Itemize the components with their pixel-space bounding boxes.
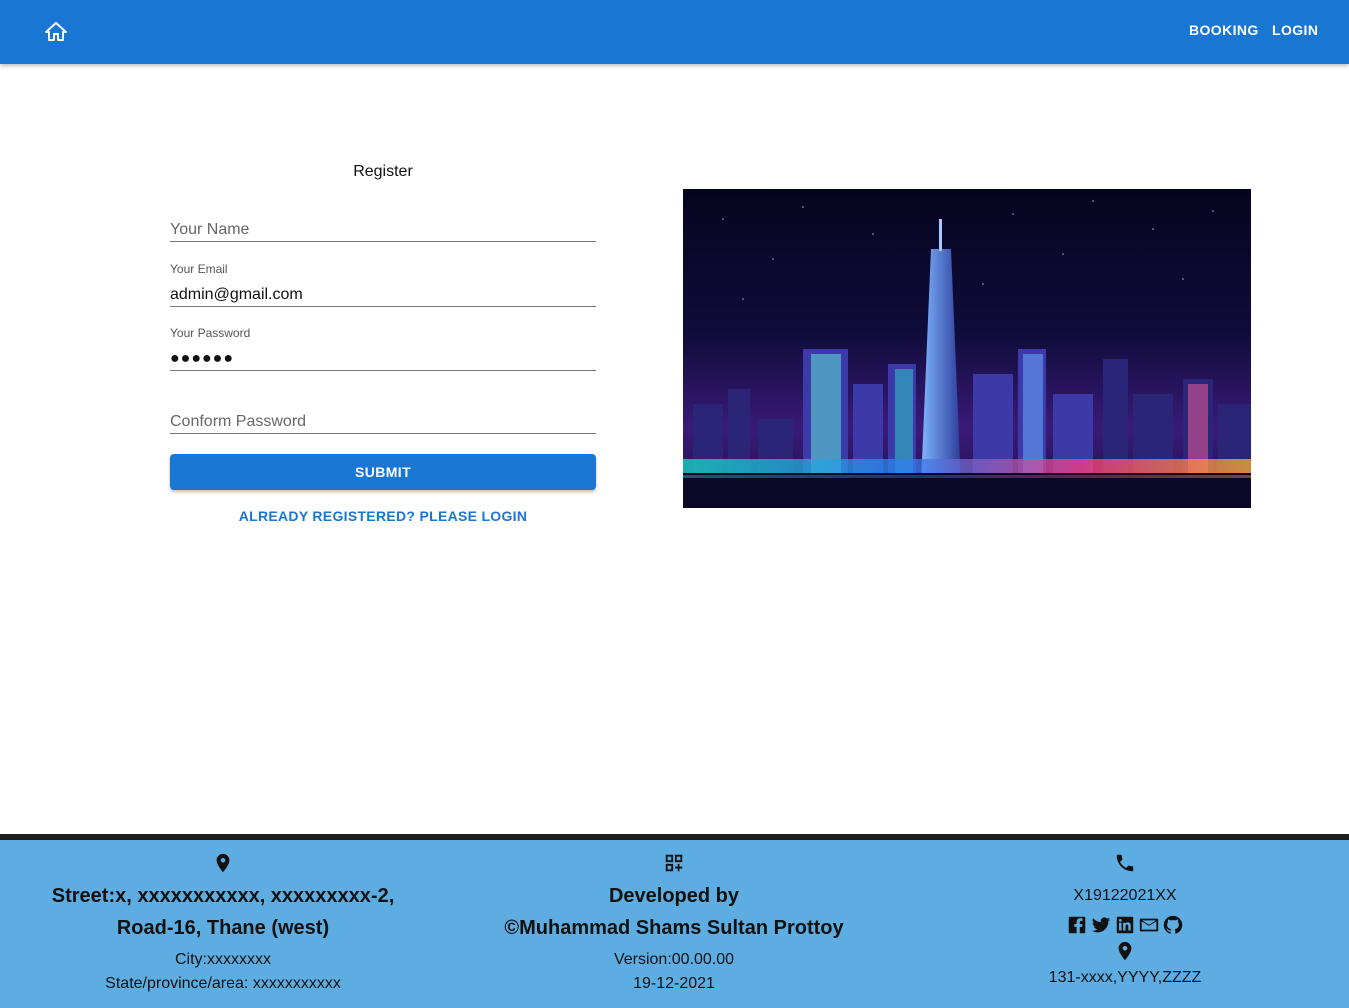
- register-title: Register: [353, 163, 413, 180]
- footer-contact: X19122021XX 131-xxxx,YYYY,ZZZZ: [926, 840, 1324, 990]
- facebook-icon[interactable]: [1066, 914, 1088, 936]
- password-field: Your Password: [170, 326, 596, 374]
- app-version: Version:00.00.00: [613, 951, 735, 968]
- location-pin-icon: [1118, 941, 1132, 961]
- city-skyline-image: [683, 189, 1251, 508]
- phone-icon: [1116, 854, 1134, 872]
- password-label: Your Password: [170, 326, 251, 340]
- email-input[interactable]: [170, 283, 596, 307]
- confirm-password-input[interactable]: [170, 410, 596, 434]
- location-pin-icon: [216, 853, 230, 873]
- address-street: Street:x, xxxxxxxxxxx, xxxxxxxxx-2, Road…: [51, 885, 395, 939]
- footer: Street:x, xxxxxxxxxxx, xxxxxxxxx-2, Road…: [0, 840, 1349, 1008]
- email-label: Your Email: [170, 262, 228, 276]
- footer-developer: Developed by ©Muhammad Shams Sultan Prot…: [475, 840, 873, 996]
- submit-button[interactable]: SUBMIT: [170, 454, 596, 490]
- confirm-password-field: [170, 410, 596, 440]
- name-input[interactable]: [170, 218, 596, 242]
- address-city: City:xxxxxxxx: [175, 951, 271, 968]
- home-icon: [45, 22, 67, 41]
- nav-booking-button[interactable]: BOOKING: [1189, 22, 1259, 38]
- github-icon[interactable]: [1162, 914, 1184, 936]
- postal-address: 131-xxxx,YYYY,ZZZZ: [1048, 969, 1202, 986]
- email-icon[interactable]: [1138, 914, 1160, 936]
- linkedin-icon[interactable]: [1114, 914, 1136, 936]
- email-field: Your Email: [170, 262, 596, 310]
- nav-login-button[interactable]: LOGIN: [1272, 22, 1318, 38]
- qr-add-icon: [665, 854, 683, 872]
- developer-name: ©Muhammad Shams Sultan Prottoy: [504, 917, 844, 939]
- footer-address: Street:x, xxxxxxxxxxx, xxxxxxxxx-2, Road…: [24, 840, 422, 996]
- address-state: State/province/area: xxxxxxxxxxx: [105, 975, 341, 992]
- already-registered-login-link[interactable]: ALREADY REGISTERED? PLEASE LOGIN: [170, 508, 596, 524]
- twitter-icon[interactable]: [1090, 914, 1112, 936]
- password-input[interactable]: [170, 347, 596, 371]
- social-links: [926, 914, 1324, 936]
- name-field: [170, 218, 596, 248]
- home-button[interactable]: [40, 16, 72, 48]
- phone-number: X19122021XX: [1073, 887, 1177, 904]
- developed-by-heading: Developed by: [608, 885, 740, 907]
- release-date: 19-12-2021: [633, 975, 715, 992]
- app-bar: BOOKING LOGIN: [0, 0, 1349, 64]
